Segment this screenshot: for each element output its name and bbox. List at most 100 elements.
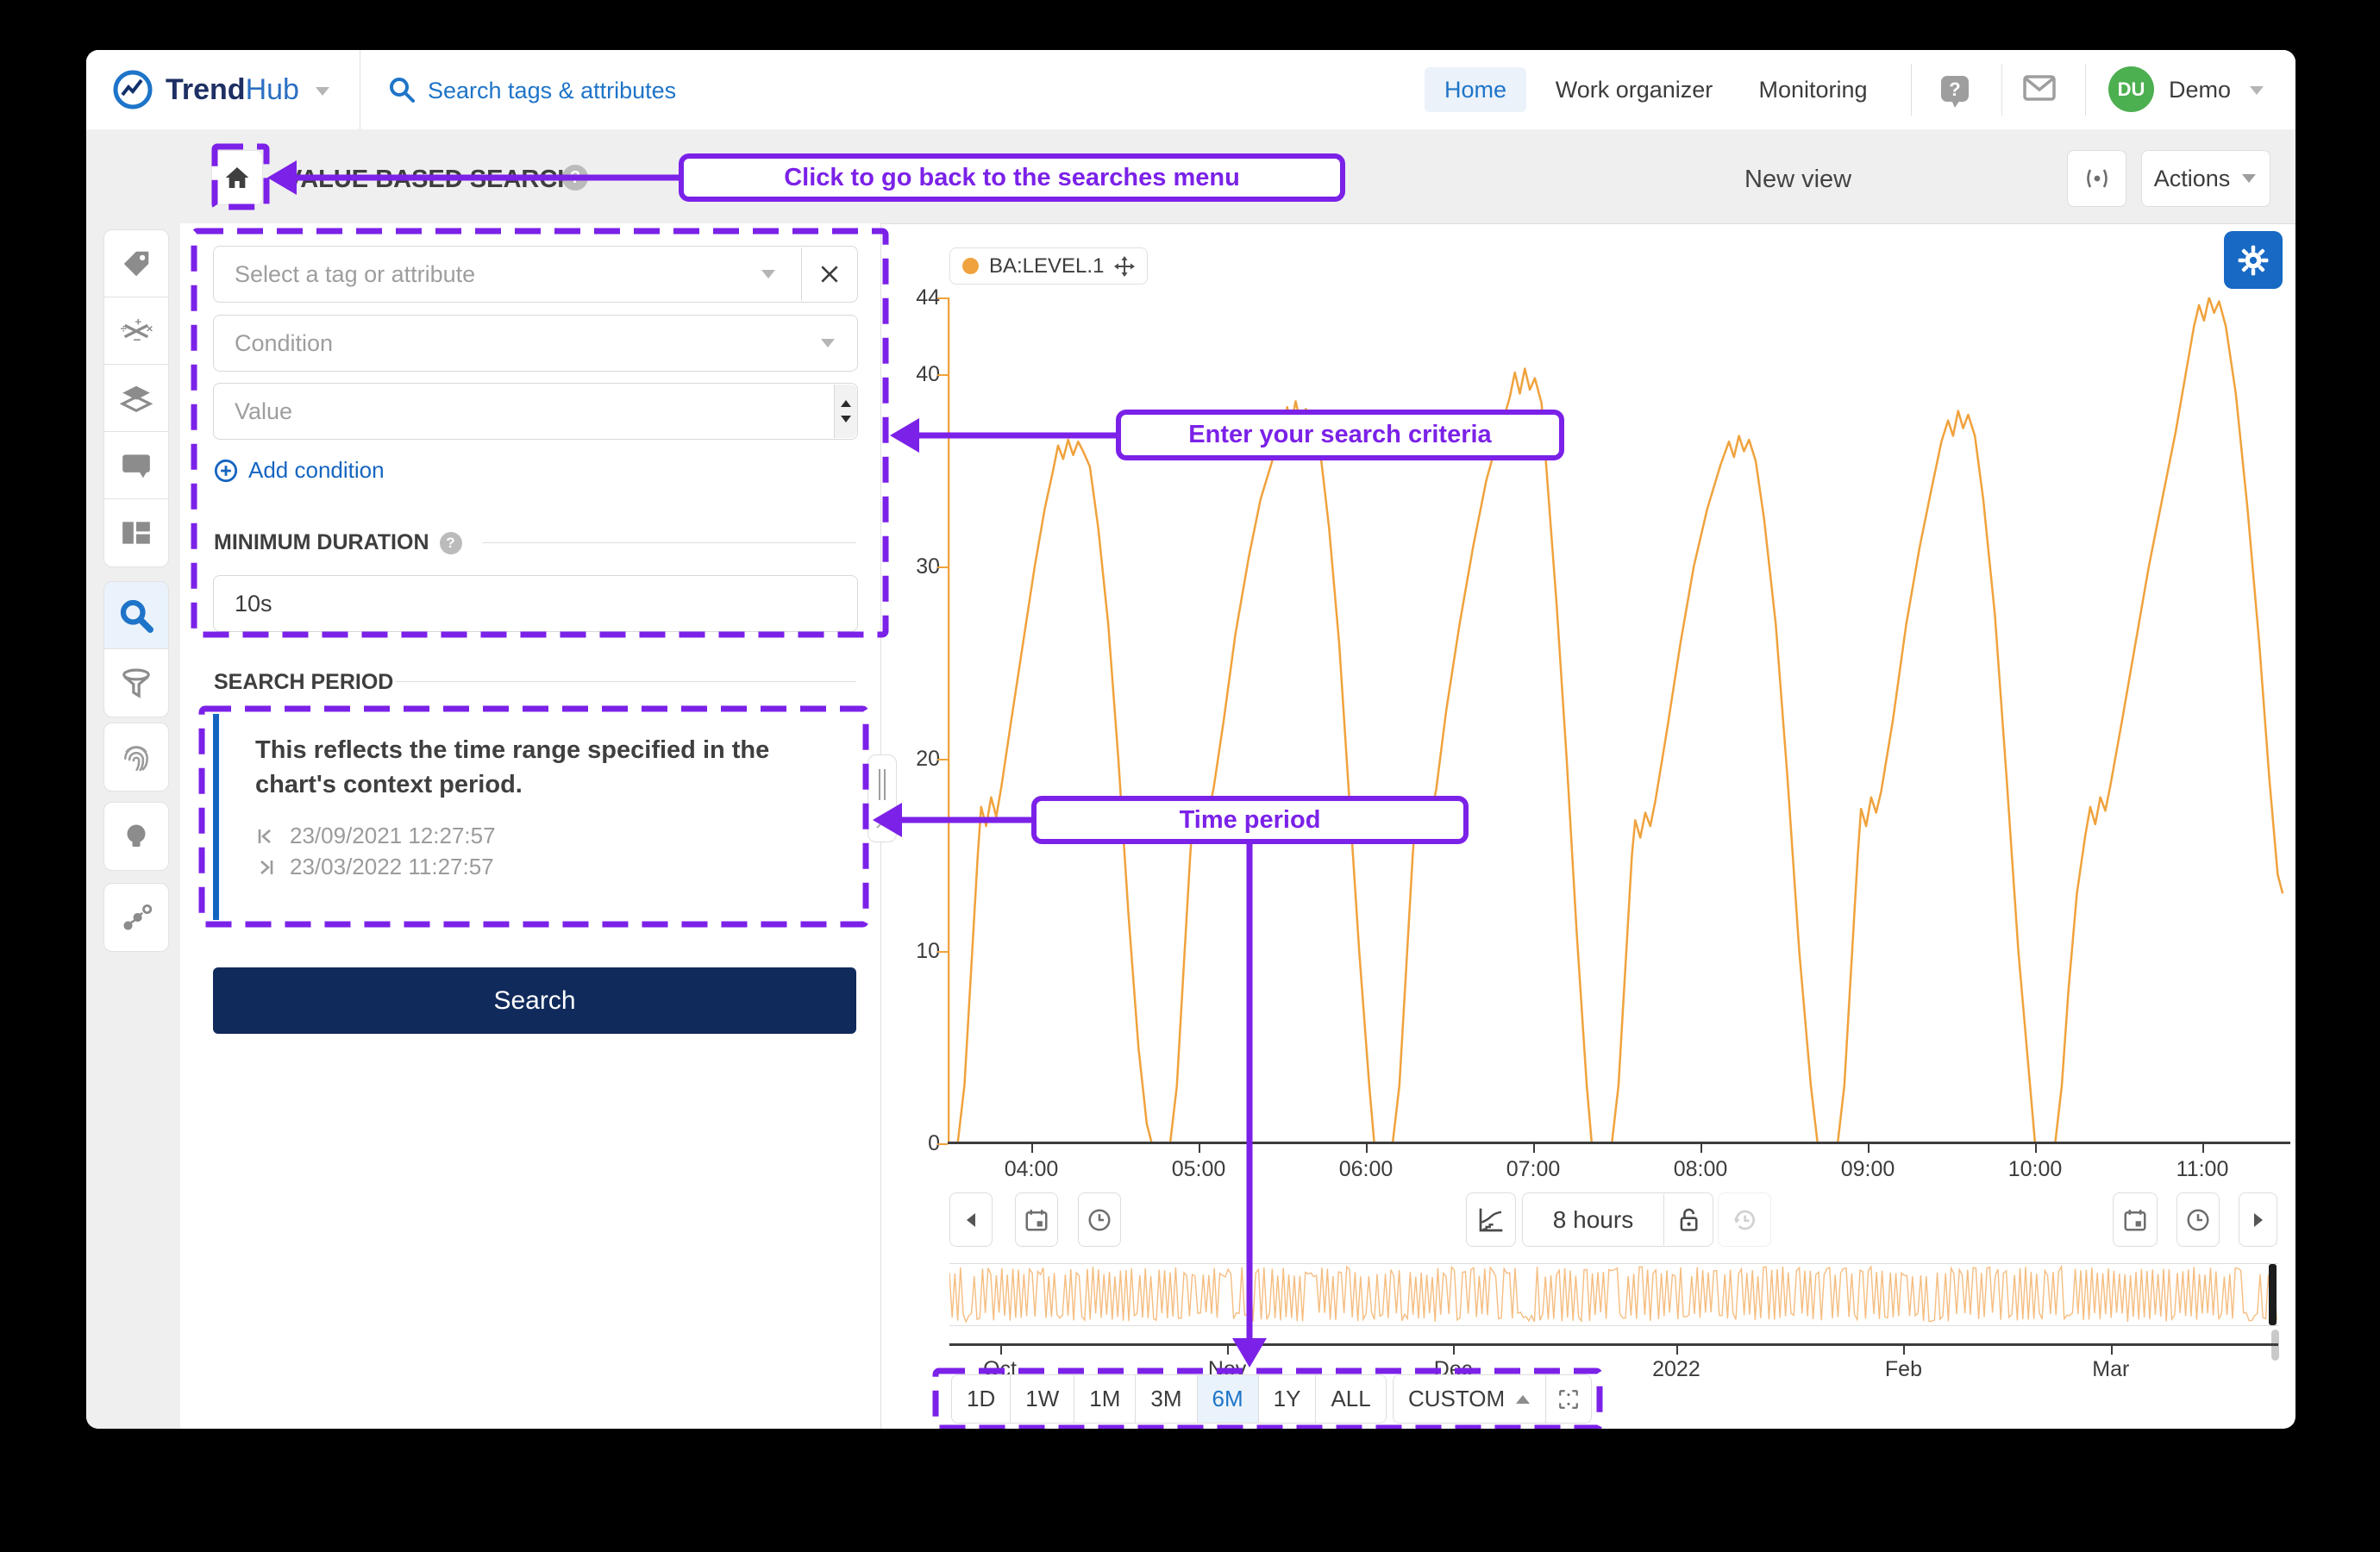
value-input[interactable]: Value xyxy=(213,383,858,440)
month-tick-mark xyxy=(2111,1346,2113,1355)
rail-item-layers[interactable] xyxy=(103,364,169,433)
period-note: This reflects the time range specified i… xyxy=(255,733,807,802)
collapse-close-icon[interactable] xyxy=(875,816,889,829)
actions-button[interactable]: Actions xyxy=(2141,150,2270,207)
header-divider xyxy=(2001,64,2002,116)
custom-range-label: CUSTOM xyxy=(1408,1386,1505,1412)
set-start-date-button[interactable] xyxy=(1015,1192,1058,1247)
range-button-6m[interactable]: 6M xyxy=(1198,1375,1259,1423)
annotation-period-callout: Time period xyxy=(1031,796,1469,844)
page-title: VALUE BASED SEARCH xyxy=(285,166,575,194)
range-button-1w[interactable]: 1W xyxy=(1011,1375,1074,1423)
min-duration-input[interactable]: 10s xyxy=(213,575,858,632)
clear-selection-icon[interactable] xyxy=(818,263,841,285)
rail-item-tags[interactable] xyxy=(103,229,169,298)
comment-icon xyxy=(120,449,153,482)
month-tick-mark xyxy=(1000,1346,1002,1355)
rail-item-filter[interactable] xyxy=(103,648,169,717)
set-start-time-button[interactable] xyxy=(1078,1192,1121,1247)
lock-open-icon[interactable] xyxy=(1676,1207,1700,1233)
spinner-up-icon[interactable] xyxy=(840,399,852,408)
layout-icon xyxy=(120,516,153,549)
month-tick-label: 2022 xyxy=(1638,1357,1715,1382)
rail-item-dashboards[interactable] xyxy=(103,498,169,567)
mail-icon[interactable] xyxy=(2023,75,2056,101)
rail-item-insights[interactable] xyxy=(103,802,169,871)
interpolation-type-button[interactable] xyxy=(1466,1192,1516,1247)
range-button-1d[interactable]: 1D xyxy=(952,1375,1011,1423)
x-tick-label: 07:00 xyxy=(1494,1157,1572,1182)
range-button-1m[interactable]: 1M xyxy=(1074,1375,1136,1423)
annotation-criteria-callout: Enter your search criteria xyxy=(1116,410,1564,460)
overview-axis-line xyxy=(949,1343,2278,1346)
page-help-icon[interactable]: ? xyxy=(562,165,588,191)
rail-item-fingerprint[interactable] xyxy=(103,723,169,792)
min-duration-help-icon[interactable]: ? xyxy=(440,532,462,554)
series-legend-chip[interactable]: BA:LEVEL.1 xyxy=(949,247,1148,285)
overview-window-handle[interactable] xyxy=(2269,1264,2277,1325)
period-end-value: 23/03/2022 11:27:57 xyxy=(290,854,494,880)
avatar[interactable]: DU xyxy=(2108,66,2154,112)
x-tick-label: 05:00 xyxy=(1160,1157,1237,1182)
month-tick-mark xyxy=(1676,1346,1678,1355)
scatter-icon xyxy=(120,901,153,934)
actions-caret-down-icon xyxy=(2240,172,2258,185)
add-condition-label: Add condition xyxy=(248,457,385,484)
month-tick-mark xyxy=(1903,1346,1905,1355)
x-tick-mark xyxy=(1533,1144,1535,1153)
brand-caret-down-icon[interactable] xyxy=(312,84,333,97)
nav-work-organizer[interactable]: Work organizer xyxy=(1552,67,1716,112)
x-tick-mark xyxy=(1868,1144,1870,1153)
x-tick-label: 09:00 xyxy=(1829,1157,1907,1182)
value-spinner[interactable] xyxy=(834,385,857,438)
y-tick-mark xyxy=(937,566,948,568)
global-search-input[interactable]: Search tags & attributes xyxy=(428,78,676,104)
chart-settings-button[interactable] xyxy=(2224,231,2283,289)
rail-item-scatter[interactable] xyxy=(103,883,169,952)
calendar-icon xyxy=(1024,1207,1049,1233)
custom-range-button[interactable]: CUSTOM xyxy=(1394,1375,1546,1423)
pan-right-button[interactable] xyxy=(2239,1192,2277,1247)
set-end-date-button[interactable] xyxy=(2113,1192,2158,1247)
rail-item-functions[interactable]: +÷ ×− xyxy=(103,297,169,366)
value-search-panel: Select a tag or attribute Condition Valu… xyxy=(180,223,881,1429)
range-button-3m[interactable]: 3M xyxy=(1136,1375,1197,1423)
month-tick-mark xyxy=(1227,1346,1229,1355)
search-period-card: This reflects the time range specified i… xyxy=(213,714,861,920)
fit-range-button[interactable] xyxy=(1546,1375,1591,1423)
help-icon[interactable]: ? xyxy=(1939,74,1970,109)
back-to-searches-button[interactable] xyxy=(211,150,263,205)
range-button-1y[interactable]: 1Y xyxy=(1259,1375,1317,1423)
pan-left-button[interactable] xyxy=(949,1192,993,1247)
range-end-icon xyxy=(255,857,276,878)
condition-select[interactable]: Condition xyxy=(213,315,858,372)
rail-item-search[interactable] xyxy=(103,581,169,650)
nav-home[interactable]: Home xyxy=(1425,67,1526,112)
x-tick-label: 04:00 xyxy=(993,1157,1070,1182)
user-caret-down-icon[interactable] xyxy=(2247,84,2266,97)
rail-item-comments[interactable] xyxy=(103,431,169,500)
tag-select[interactable]: Select a tag or attribute xyxy=(213,246,858,303)
y-tick-mark xyxy=(937,1143,948,1145)
series-legend-label: BA:LEVEL.1 xyxy=(989,254,1104,278)
nav-monitoring[interactable]: Monitoring xyxy=(1751,67,1876,112)
broadcast-button[interactable] xyxy=(2067,150,2126,207)
context-duration-control[interactable]: 8 hours xyxy=(1522,1192,1713,1247)
restore-period-button[interactable] xyxy=(1718,1192,1771,1247)
y-tick-label: 10 xyxy=(897,939,940,964)
clock-icon xyxy=(2185,1207,2211,1233)
svg-text:?: ? xyxy=(1949,78,1960,100)
set-end-time-button[interactable] xyxy=(2176,1192,2220,1247)
fit-frame-icon xyxy=(1557,1388,1580,1411)
svg-text:×: × xyxy=(147,322,153,335)
panel-collapse-handle[interactable] xyxy=(867,754,897,842)
search-button[interactable]: Search xyxy=(213,967,856,1034)
user-menu-label[interactable]: Demo xyxy=(2169,77,2231,103)
context-overview-strip[interactable] xyxy=(949,1263,2278,1326)
range-button-all[interactable]: ALL xyxy=(1316,1375,1385,1423)
add-condition-button[interactable]: Add condition xyxy=(214,457,385,484)
move-icon[interactable] xyxy=(1114,256,1135,277)
annotation-arrowhead xyxy=(890,418,919,453)
spinner-down-icon[interactable] xyxy=(840,415,852,423)
trendhub-app-window: TrendHub Search tags & attributes Home W… xyxy=(86,50,2295,1429)
